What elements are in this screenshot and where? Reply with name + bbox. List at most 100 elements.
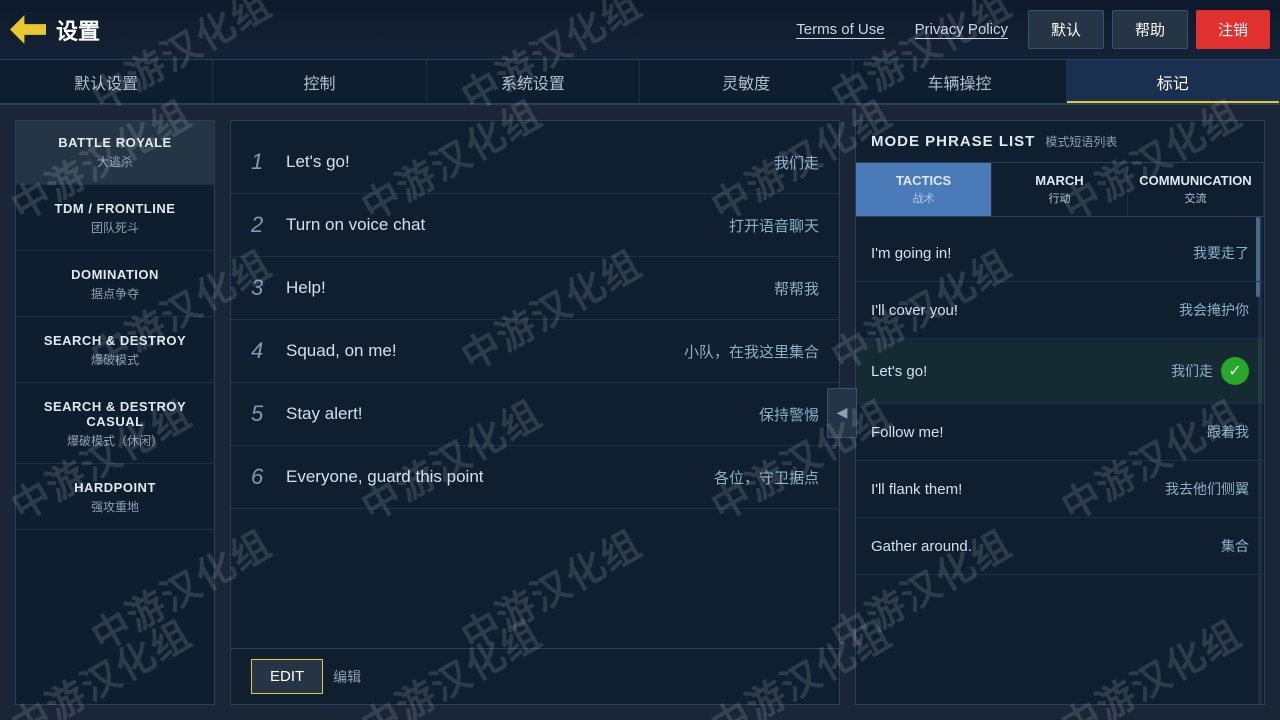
mode-name-cn-1: 团队死斗	[91, 219, 139, 236]
edit-button[interactable]: EDIT	[251, 659, 323, 694]
tab-default-settings[interactable]: 默认设置	[0, 60, 213, 103]
mode-item-1[interactable]: TDM / FRONTLINE 团队死斗	[16, 187, 214, 251]
bottom-bar: EDIT 编辑	[231, 648, 839, 704]
phrase-en-1: Turn on voice chat	[286, 215, 729, 235]
right-phrase-en-2: Let's go!	[871, 363, 1171, 380]
header-links: Terms of Use Privacy Policy	[796, 21, 1008, 39]
mode-tab-1[interactable]: MARCH 行动	[992, 163, 1128, 216]
right-phrase-en-4: I'll flank them!	[871, 481, 1165, 498]
mode-name-cn-2: 据点争夺	[91, 285, 139, 302]
mode-name-cn-3: 爆破模式	[91, 351, 139, 368]
phrase-num-5: 6	[251, 464, 286, 490]
phrase-list: 1 Let's go! 我们走 2 Turn on voice chat 打开语…	[231, 121, 839, 648]
right-phrase-cn-2: 我们走	[1171, 361, 1213, 381]
mode-name-cn-4: 爆破模式（休闲）	[67, 432, 163, 449]
phrase-num-4: 5	[251, 401, 286, 427]
mode-tab-en-1: MARCH	[1035, 173, 1083, 188]
right-panel-title-en: MODE PHRASE LIST	[871, 133, 1035, 150]
mode-name-cn-0: 大逃杀	[97, 153, 133, 170]
phrase-cn-4: 保持警惕	[759, 404, 819, 425]
phrase-item-1[interactable]: 2 Turn on voice chat 打开语音聊天	[231, 194, 839, 257]
right-phrase-en-3: Follow me!	[871, 424, 1207, 441]
mode-name-en-2: DOMINATION	[71, 267, 159, 282]
mode-tab-cn-0: 战术	[913, 190, 935, 206]
tab-bar: 默认设置 控制 系统设置 灵敏度 车辆操控 标记	[0, 60, 1280, 105]
right-phrase-item-0[interactable]: I'm going in! 我要走了	[856, 225, 1264, 282]
back-arrow-icon	[10, 12, 46, 48]
mode-item-2[interactable]: DOMINATION 据点争夺	[16, 253, 214, 317]
tab-control[interactable]: 控制	[213, 60, 426, 103]
mode-name-en-1: TDM / FRONTLINE	[55, 201, 176, 216]
right-phrase-list: I'm going in! 我要走了 I'll cover you! 我会掩护你…	[856, 217, 1264, 704]
right-phrase-cn-5: 集合	[1221, 536, 1249, 556]
back-button[interactable]	[10, 12, 46, 48]
right-phrase-item-5[interactable]: Gather around. 集合	[856, 518, 1264, 575]
mode-tab-2[interactable]: COMMUNICATION 交流	[1128, 163, 1264, 216]
default-button[interactable]: 默认	[1028, 10, 1104, 49]
phrase-item-2[interactable]: 3 Help! 帮帮我	[231, 257, 839, 320]
mode-phrase-list-panel: MODE PHRASE LIST 模式短语列表 TACTICS 战术 MARCH…	[855, 120, 1265, 705]
mode-item-3[interactable]: SEARCH & DESTROY 爆破模式	[16, 319, 214, 383]
mode-tab-cn-1: 行动	[1049, 190, 1071, 206]
privacy-policy-link[interactable]: Privacy Policy	[915, 21, 1008, 39]
phrase-cn-5: 各位，守卫据点	[714, 467, 819, 488]
mode-name-en-4: SEARCH & DESTROY CASUAL	[26, 399, 204, 429]
edit-label: 编辑	[333, 667, 361, 687]
phrase-num-3: 4	[251, 338, 286, 364]
phrase-en-5: Everyone, guard this point	[286, 467, 714, 487]
phrase-cn-3: 小队，在我这里集合	[684, 341, 819, 362]
mode-tabs: TACTICS 战术 MARCH 行动 COMMUNICATION 交流	[856, 163, 1264, 217]
right-phrase-cn-4: 我去他们侧翼	[1165, 479, 1249, 499]
right-phrase-cn-0: 我要走了	[1193, 243, 1249, 263]
tab-vehicle-control[interactable]: 车辆操控	[853, 60, 1066, 103]
phrase-num-1: 2	[251, 212, 286, 238]
help-button[interactable]: 帮助	[1112, 10, 1188, 49]
mode-tab-en-2: COMMUNICATION	[1139, 173, 1251, 188]
right-panel-header: MODE PHRASE LIST 模式短语列表	[856, 121, 1264, 163]
tab-system-settings[interactable]: 系统设置	[427, 60, 640, 103]
phrase-en-0: Let's go!	[286, 152, 774, 172]
phrase-item-3[interactable]: 4 Squad, on me! 小队，在我这里集合	[231, 320, 839, 383]
right-phrase-en-0: I'm going in!	[871, 245, 1193, 262]
mode-tab-cn-2: 交流	[1185, 190, 1207, 206]
phrase-item-0[interactable]: 1 Let's go! 我们走	[231, 131, 839, 194]
mode-item-4[interactable]: SEARCH & DESTROY CASUAL 爆破模式（休闲）	[16, 385, 214, 464]
right-phrase-item-3[interactable]: Follow me! 跟着我	[856, 404, 1264, 461]
collapse-arrow-button[interactable]	[827, 388, 857, 438]
right-phrase-cn-1: 我会掩护你	[1179, 300, 1249, 320]
phrase-list-panel: 1 Let's go! 我们走 2 Turn on voice chat 打开语…	[230, 120, 840, 705]
right-phrase-en-5: Gather around.	[871, 538, 1221, 555]
phrase-en-3: Squad, on me!	[286, 341, 684, 361]
right-phrase-item-4[interactable]: I'll flank them! 我去他们侧翼	[856, 461, 1264, 518]
right-phrase-cn-3: 跟着我	[1207, 422, 1249, 442]
right-phrase-en-1: I'll cover you!	[871, 302, 1179, 319]
mode-name-en-3: SEARCH & DESTROY	[44, 333, 186, 348]
right-phrase-item-1[interactable]: I'll cover you! 我会掩护你	[856, 282, 1264, 339]
phrase-item-5[interactable]: 6 Everyone, guard this point 各位，守卫据点	[231, 446, 839, 509]
header-bar: 设置 Terms of Use Privacy Policy 默认 帮助 注销	[0, 0, 1280, 60]
right-phrase-item-2[interactable]: Let's go! 我们走 ✓	[856, 339, 1264, 404]
page-title: 设置	[56, 14, 100, 46]
check-icon-2: ✓	[1221, 357, 1249, 385]
main-content: BATTLE ROYALE 大逃杀 TDM / FRONTLINE 团队死斗 D…	[0, 105, 1280, 720]
phrase-item-4[interactable]: 5 Stay alert! 保持警惕	[231, 383, 839, 446]
mode-name-cn-5: 强攻重地	[91, 498, 139, 515]
phrase-en-4: Stay alert!	[286, 404, 759, 424]
terms-of-use-link[interactable]: Terms of Use	[796, 21, 884, 39]
mode-item-0[interactable]: BATTLE ROYALE 大逃杀	[16, 121, 214, 185]
phrase-cn-0: 我们走	[774, 152, 819, 173]
tab-marker[interactable]: 标记	[1067, 60, 1280, 103]
header-actions: 默认 帮助 注销	[1028, 10, 1270, 49]
mode-name-en-0: BATTLE ROYALE	[58, 135, 171, 150]
mode-item-5[interactable]: HARDPOINT 强攻重地	[16, 466, 214, 530]
phrase-en-2: Help!	[286, 278, 774, 298]
mode-tab-0[interactable]: TACTICS 战术	[856, 163, 992, 216]
phrase-num-0: 1	[251, 149, 286, 175]
tab-sensitivity[interactable]: 灵敏度	[640, 60, 853, 103]
cancel-button[interactable]: 注销	[1196, 10, 1270, 49]
phrase-cn-1: 打开语音聊天	[729, 215, 819, 236]
game-mode-list: BATTLE ROYALE 大逃杀 TDM / FRONTLINE 团队死斗 D…	[15, 120, 215, 705]
phrase-cn-2: 帮帮我	[774, 278, 819, 299]
mode-name-en-5: HARDPOINT	[74, 480, 156, 495]
right-panel-title-cn: 模式短语列表	[1045, 133, 1117, 150]
